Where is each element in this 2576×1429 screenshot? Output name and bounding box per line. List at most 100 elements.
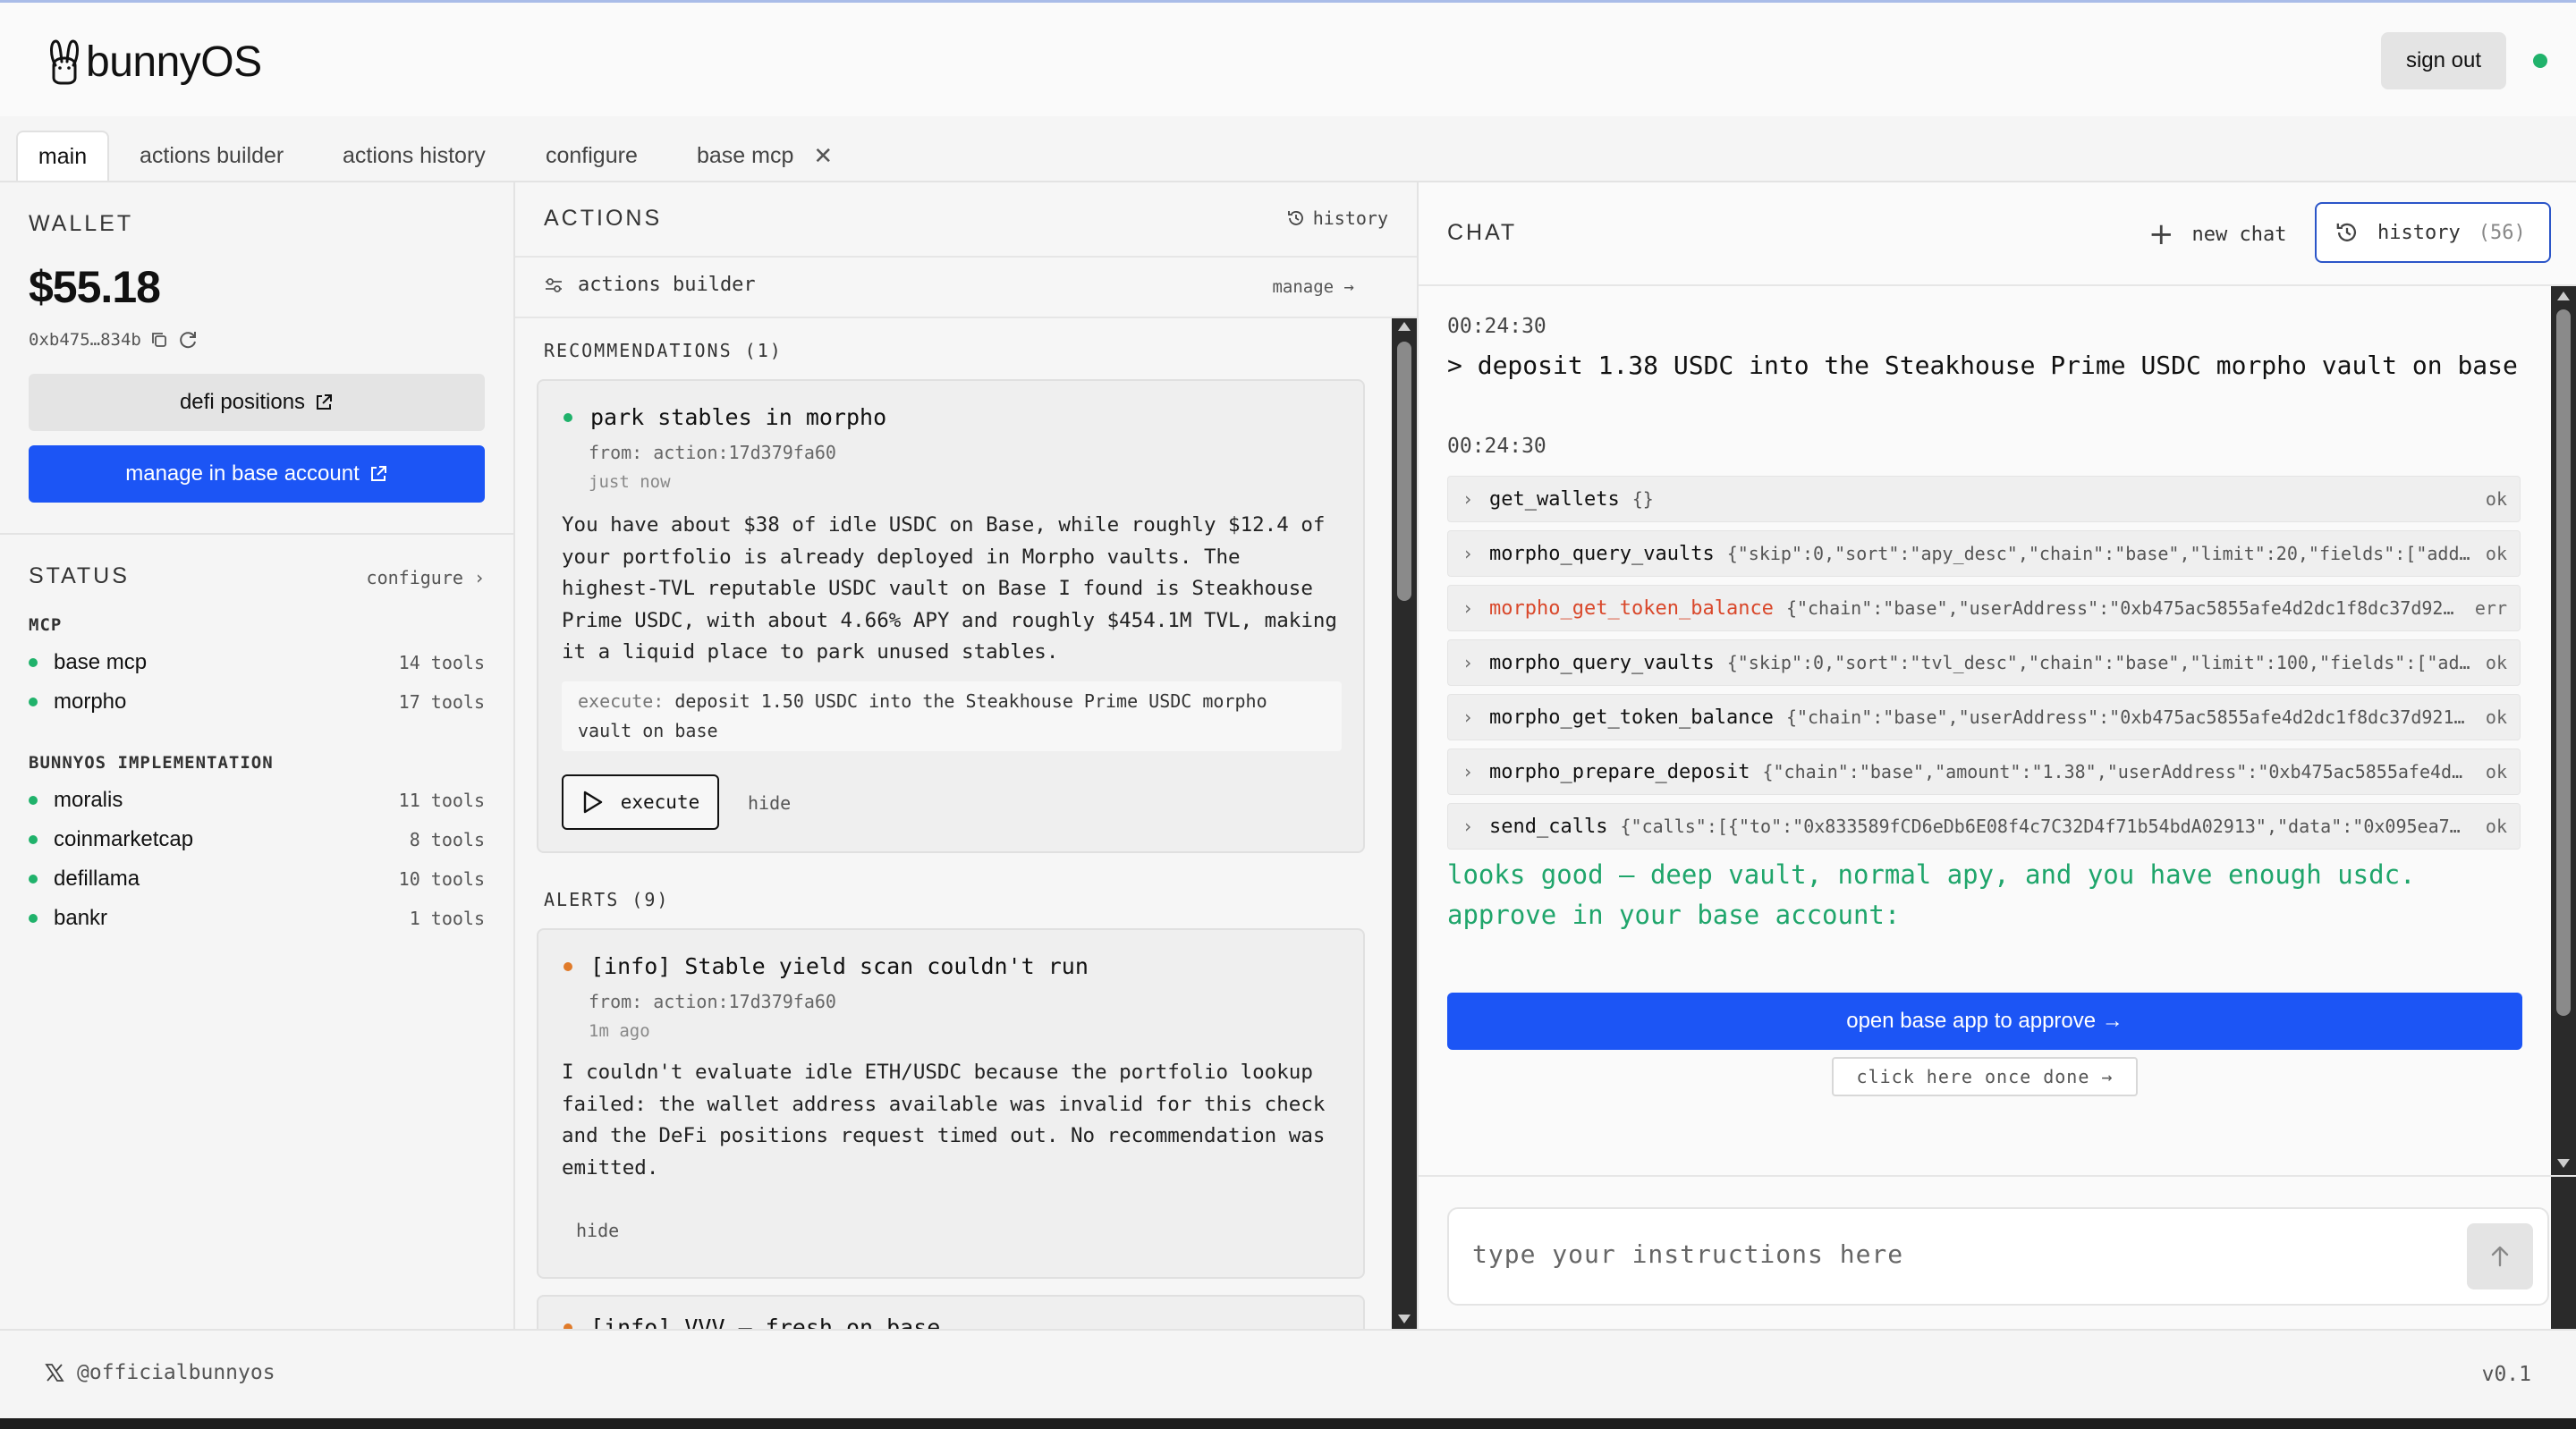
tool-status-dot — [29, 698, 38, 706]
app-logo[interactable]: bunnyOS — [47, 35, 262, 89]
tool-call-row[interactable]: › morpho_get_token_balance {"chain":"base"… — [1447, 585, 2521, 631]
recommendation-source: from: action:17d379fa60 — [589, 442, 836, 463]
tool-call-status: ok — [2485, 816, 2507, 837]
tool-call-row[interactable]: › send_calls {"calls":[{"to":"0x833589fCD6… — [1447, 803, 2521, 850]
new-chat-button[interactable]: + new chat — [2148, 216, 2286, 252]
recommendation-status-dot — [564, 412, 572, 422]
tool-row-coinmarketcap[interactable]: coinmarketcap 8 tools — [29, 824, 485, 855]
hide-alert-link[interactable]: hide — [576, 1220, 619, 1241]
done-confirm-button[interactable]: click here once done → — [1832, 1057, 2138, 1096]
tool-call-status: ok — [2485, 761, 2507, 782]
approve-in-base-app-button[interactable]: open base app to approve → — [1447, 993, 2522, 1050]
tool-call-name: morpho_query_vaults — [1489, 542, 1715, 565]
tab-actions-history[interactable]: actions history — [343, 131, 486, 181]
chevron-right-icon: › — [1462, 543, 1474, 564]
scroll-down-arrow[interactable] — [1398, 1315, 1411, 1323]
tool-call-row[interactable]: › morpho_query_vaults {"skip":0,"sort":"ap… — [1447, 530, 2521, 577]
tool-call-name: morpho_get_token_balance — [1489, 706, 1774, 729]
mcp-subheading: MCP — [29, 615, 63, 635]
chat-input-placeholder[interactable]: type your instructions here — [1472, 1239, 1903, 1269]
actions-builder-link[interactable]: actions builder — [544, 274, 756, 296]
tab-bar: main actions builder actions history con… — [0, 116, 2576, 182]
actions-builder-label: actions builder — [578, 274, 756, 296]
scroll-up-arrow[interactable] — [2557, 292, 2570, 300]
tool-call-row[interactable]: › morpho_prepare_deposit {"chain":"base","… — [1447, 748, 2521, 795]
message-timestamp: 00:24:30 — [1447, 315, 1546, 338]
refresh-icon[interactable] — [177, 329, 199, 351]
scroll-up-arrow[interactable] — [1398, 322, 1411, 331]
tool-name: morpho — [54, 689, 127, 714]
actions-builder-row[interactable]: actions builder manage → — [515, 258, 1417, 318]
defi-positions-button[interactable]: defi positions — [29, 374, 485, 431]
scroll-down-arrow[interactable] — [2557, 1159, 2570, 1168]
section-divider — [0, 533, 513, 535]
play-icon — [583, 791, 602, 814]
tool-row-moralis[interactable]: moralis 11 tools — [29, 785, 485, 816]
arrow-up-icon — [2491, 1246, 2509, 1267]
execute-preview: execute: deposit 1.50 USDC into the Stea… — [562, 681, 1342, 751]
chevron-right-icon: › — [1462, 597, 1474, 619]
tab-actions-builder[interactable]: actions builder — [140, 131, 284, 181]
social-link[interactable]: @officialbunnyos — [45, 1361, 275, 1384]
tab-label: base mcp — [697, 142, 794, 168]
alert-card: [info] Stable yield scan couldn't run fr… — [537, 928, 1365, 1279]
chevron-right-icon: › — [1462, 816, 1474, 837]
tool-call-row[interactable]: › morpho_get_token_balance {"chain":"base"… — [1447, 694, 2521, 740]
send-button[interactable] — [2467, 1223, 2533, 1289]
chat-title: CHAT — [1447, 220, 1518, 245]
tab-configure[interactable]: configure — [546, 131, 638, 181]
execute-button[interactable]: execute — [562, 774, 719, 830]
chat-history-button[interactable]: history (56) — [2315, 202, 2551, 263]
history-icon — [2336, 223, 2357, 241]
recommendation-card: park stables in morpho from: action:17d3… — [537, 379, 1365, 853]
chat-input-box[interactable]: type your instructions here — [1447, 1207, 2549, 1306]
alert-time: 1m ago — [589, 1021, 650, 1041]
close-tab-icon[interactable]: ✕ — [813, 142, 833, 170]
tab-main[interactable]: main — [16, 131, 109, 181]
sign-out-button[interactable]: sign out — [2381, 32, 2506, 89]
tool-count: 11 tools — [398, 790, 485, 811]
tool-row-morpho[interactable]: morpho 17 tools — [29, 687, 485, 717]
message-timestamp: 00:24:30 — [1447, 435, 1546, 458]
tool-name: base mcp — [54, 650, 148, 674]
actions-scrollbar[interactable] — [1392, 318, 1417, 1329]
assistant-reply: looks good — deep vault, normal apy, and… — [1447, 859, 2416, 930]
alerts-heading: ALERTS (9) — [544, 889, 670, 910]
hide-recommendation-link[interactable]: hide — [748, 792, 791, 814]
scrollbar-thumb[interactable] — [2556, 309, 2571, 1016]
tab-label: main — [38, 143, 88, 169]
scrollbar-thumb[interactable] — [1397, 342, 1411, 601]
chat-scrollbar[interactable] — [2551, 286, 2576, 1356]
tab-base-mcp[interactable]: base mcp ✕ — [697, 131, 833, 181]
tab-label: actions builder — [140, 142, 284, 168]
tool-call-name: morpho_query_vaults — [1489, 651, 1715, 674]
connection-status-dot — [2533, 54, 2547, 68]
tool-row-bankr[interactable]: bankr 1 tools — [29, 903, 485, 934]
tool-call-args: {"skip":0,"sort":"tvl_desc","chain":"bas… — [1726, 652, 2470, 673]
manage-link[interactable]: manage → — [1272, 277, 1354, 297]
chevron-right-icon: › — [1462, 488, 1474, 510]
recommendations-heading: RECOMMENDATIONS (1) — [544, 340, 783, 361]
wallet-address-row: 0xb475…834b — [29, 329, 199, 351]
wallet-balance: $55.18 — [29, 262, 161, 312]
execute-text: deposit 1.50 USDC into the Steakhouse Pr… — [578, 690, 1267, 741]
status-configure-link[interactable]: configure › — [367, 567, 485, 588]
copy-icon[interactable] — [150, 331, 168, 349]
manage-base-account-button[interactable]: manage in base account — [29, 445, 485, 503]
manage-base-account-label: manage in base account — [125, 461, 360, 486]
tool-call-row[interactable]: › get_wallets {} ok — [1447, 476, 2521, 522]
new-chat-label: new chat — [2191, 223, 2287, 246]
tool-count: 14 tools — [398, 652, 485, 673]
chat-header: CHAT + new chat history (56) — [1419, 182, 2576, 286]
tool-call-name: send_calls — [1489, 815, 1608, 838]
history-count: (56) — [2478, 221, 2526, 244]
actions-history-link[interactable]: history — [1286, 207, 1388, 229]
alert-title-row: [info] Stable yield scan couldn't run — [564, 953, 1089, 979]
tab-label: configure — [546, 142, 638, 168]
tool-call-args: {"chain":"base","amount":"1.38","userAdd… — [1762, 761, 2463, 782]
tool-row-base-mcp[interactable]: base mcp 14 tools — [29, 647, 485, 678]
tool-row-defillama[interactable]: defillama 10 tools — [29, 864, 485, 894]
tool-call-args: {"calls":[{"to":"0x833589fCD6eDb6E08f4c7… — [1620, 816, 2461, 837]
tool-name: coinmarketcap — [54, 827, 194, 851]
tool-call-row[interactable]: › morpho_query_vaults {"skip":0,"sort":"tv… — [1447, 639, 2521, 686]
